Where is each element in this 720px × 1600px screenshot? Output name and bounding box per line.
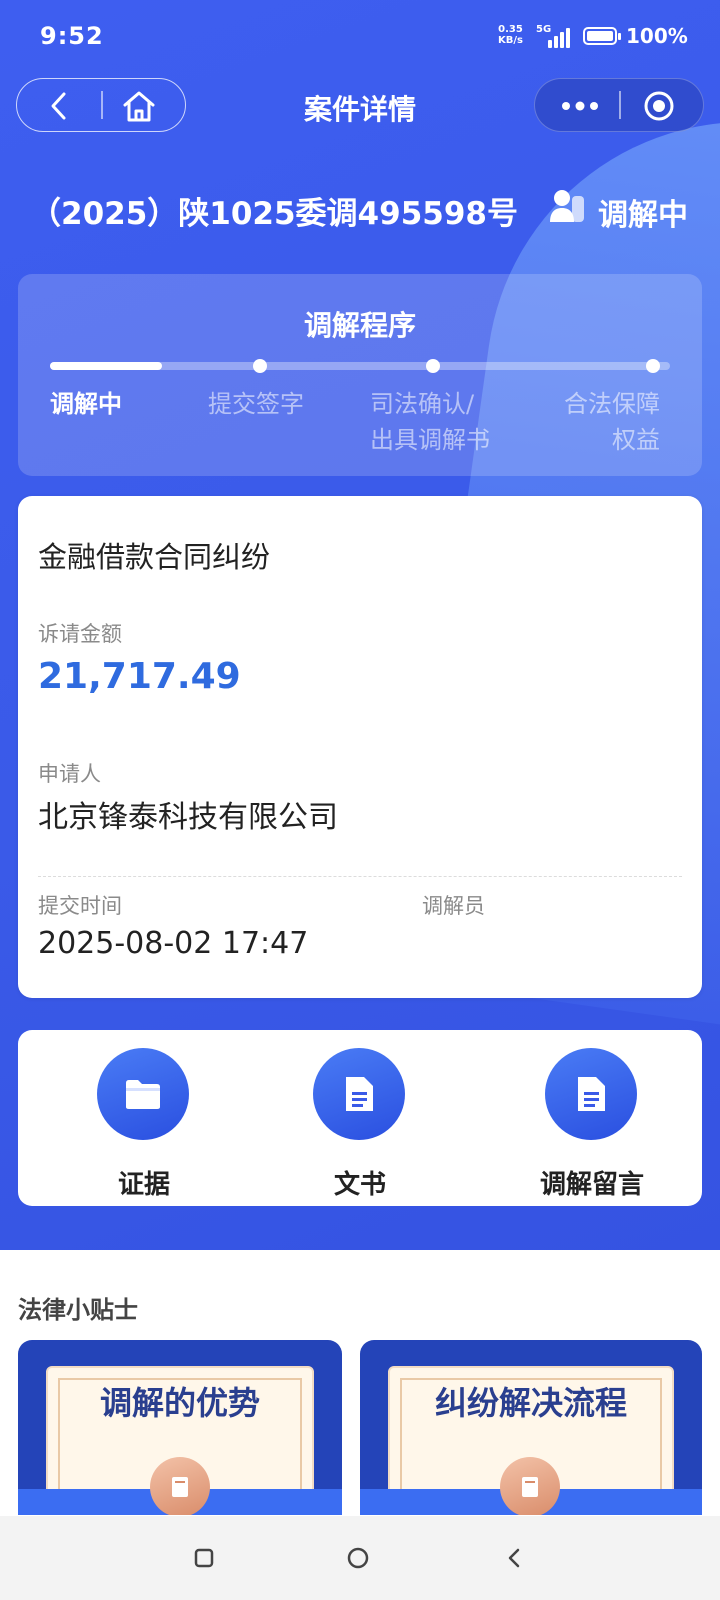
case-status: 调解中: [548, 186, 698, 233]
circle-icon: [347, 1547, 369, 1569]
documents-button[interactable]: 文书: [280, 1048, 440, 1200]
recents-button[interactable]: [184, 1538, 224, 1578]
signal-icon: [548, 26, 574, 48]
case-number: （2025）陕1025委调495598号: [30, 196, 518, 232]
case-detail-card: 金融借款合同纠纷 诉请金额 21,717.49 申请人 北京锋泰科技有限公司 提…: [18, 496, 702, 998]
progress-dot: [253, 359, 267, 373]
progress-dot: [426, 359, 440, 373]
folder-icon: [97, 1048, 189, 1140]
document-icon: [545, 1048, 637, 1140]
tip-card-title: 调解的优势: [99, 1384, 260, 1422]
more-dots-icon: [562, 101, 598, 111]
progress-fill: [50, 362, 162, 370]
square-icon: [194, 1548, 214, 1568]
progress-dot: [646, 359, 660, 373]
submit-time-label: 提交时间: [38, 894, 122, 918]
tip-card-advantages[interactable]: 调解的优势: [18, 1340, 342, 1515]
amount-label: 诉请金额: [38, 622, 122, 646]
book-icon: [150, 1457, 210, 1515]
network-speed: 0.35 KB/s: [498, 24, 523, 46]
tip-card-dispute-process[interactable]: 纠纷解决流程: [360, 1340, 702, 1515]
tips-title: 法律小贴士: [18, 1296, 138, 1324]
nav-capsule-right: [534, 78, 704, 132]
step-legal-protection: 合法保障 权益: [564, 390, 660, 454]
close-miniprogram-button[interactable]: [639, 86, 679, 126]
mediation-message-button[interactable]: 调解留言: [512, 1048, 672, 1200]
book-icon: [500, 1457, 560, 1515]
mediator-label: 调解员: [422, 894, 485, 918]
back-system-button[interactable]: [494, 1538, 534, 1578]
case-type: 金融借款合同纠纷: [38, 540, 271, 574]
progress-track: [50, 359, 670, 373]
target-icon: [644, 91, 674, 121]
status-bar: 9:52 0.35 KB/s 5G 100%: [0, 0, 720, 76]
battery-icon: [583, 27, 621, 45]
chevron-left-icon: [508, 1548, 520, 1568]
document-icon: [313, 1048, 405, 1140]
mediation-process-panel: 调解程序 调解中 提交签字 司法确认/ 出具调解书 合法保障 权益: [18, 274, 702, 476]
step-submit-sign: 提交签字: [208, 390, 304, 418]
step-judicial-confirm: 司法确认/ 出具调解书: [370, 390, 490, 454]
clock: 9:52: [40, 22, 104, 50]
applicant-name: 北京锋泰科技有限公司: [38, 800, 338, 835]
claim-amount: 21,717.49: [38, 656, 241, 697]
evidence-button[interactable]: 证据: [64, 1048, 224, 1200]
user-icon: [550, 190, 584, 222]
action-panel: 证据 文书 调解留言: [18, 1030, 702, 1206]
tip-card-title: 纠纷解决流程: [434, 1384, 627, 1422]
home-system-button[interactable]: [338, 1538, 378, 1578]
battery-percent: 100%: [626, 24, 688, 48]
applicant-label: 申请人: [38, 762, 101, 786]
more-button[interactable]: [555, 86, 605, 126]
submit-time: 2025-08-02 17:47: [38, 926, 309, 961]
step-mediating: 调解中: [50, 390, 122, 418]
system-nav-bar: [0, 1516, 720, 1600]
process-title: 调解程序: [303, 309, 416, 342]
divider: [619, 91, 621, 119]
divider: [38, 876, 682, 877]
